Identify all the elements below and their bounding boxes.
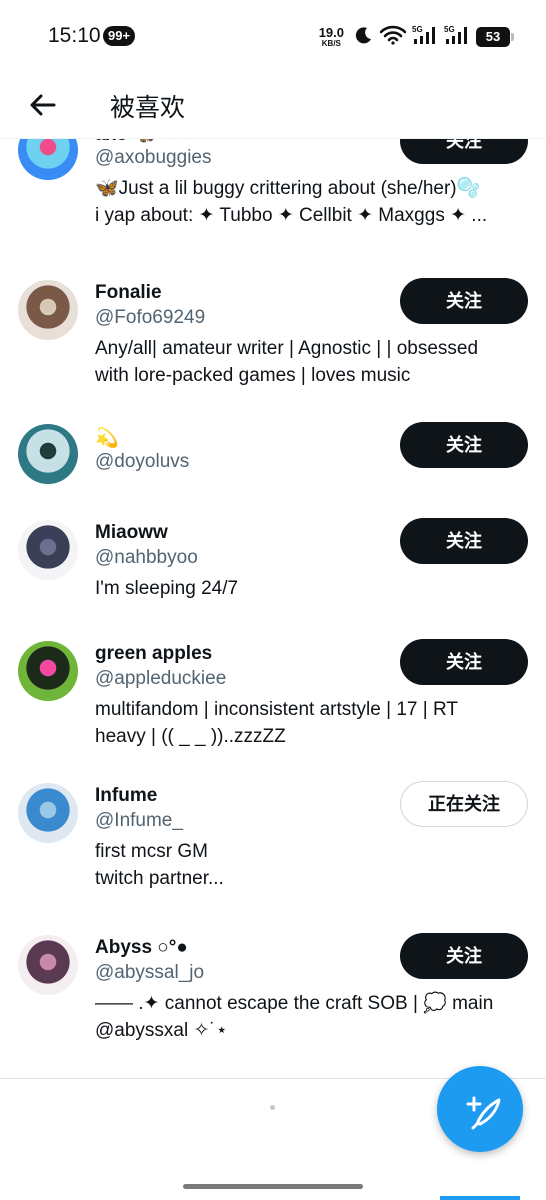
user-display-name[interactable]: axo 🦋 ✦ ✦ ⋆: [95, 138, 216, 146]
top-app-bar: 被喜欢: [0, 72, 546, 139]
moon-icon: [354, 25, 374, 50]
user-bio-line: multifandom | inconsistent artstyle | 17…: [95, 699, 458, 720]
user-handle: @doyoluvs: [95, 451, 190, 472]
home-indicator[interactable]: [183, 1184, 363, 1189]
network-speed: 19.0 KB/S: [319, 26, 344, 48]
user-bio-line: I'm sleeping 24/7: [95, 578, 239, 599]
user-display-name[interactable]: 💫: [95, 426, 119, 450]
user-avatar[interactable]: [18, 783, 78, 843]
user-row[interactable]: Infume @Infume_first mcsr GM twitch partne…: [0, 781, 546, 923]
user-handle: @appleduckiee: [95, 668, 227, 689]
user-display-name[interactable]: Infume: [95, 785, 157, 807]
user-bio-line: —— .✦ cannot escape the craft SOB | 💭 ma…: [95, 993, 494, 1014]
user-handle: @axobuggies: [95, 147, 212, 168]
battery-icon: 53: [476, 27, 514, 47]
user-bio: Any/all| amateur writer | Agnostic | | o…: [95, 335, 525, 389]
user-bio: first mcsr GM twitch partner...: [95, 838, 525, 892]
user-bio-line: twitch partner...: [95, 868, 224, 889]
status-time: 15:10: [48, 24, 101, 47]
compose-post-button[interactable]: [437, 1066, 523, 1152]
back-button[interactable]: [26, 88, 60, 122]
user-display-name[interactable]: Miaoww: [95, 522, 168, 544]
user-row[interactable]: green apples @appleduckiee multifandom | i…: [0, 639, 546, 781]
follow-button[interactable]: 关注: [400, 639, 528, 685]
cellular-signal-icon: 5G: [412, 24, 438, 51]
wifi-icon: [379, 25, 407, 50]
user-bio-line: with lore-packed games | loves music: [95, 365, 411, 386]
follow-button[interactable]: 关注: [400, 138, 528, 164]
follow-button[interactable]: 关注: [400, 518, 528, 564]
user-bio-line: i yap about: ✦ Tubbo ✦ Cellbit ✦ Maxggs …: [95, 205, 488, 226]
arrow-left-icon: [30, 94, 56, 116]
user-bio-line: 🦋Just a lil buggy crittering about (she/…: [95, 178, 481, 199]
user-row[interactable]: Abyss ○°● @abyssal_jo —— .✦ cannot escape …: [0, 933, 546, 1075]
follow-button[interactable]: 关注: [400, 422, 528, 468]
user-avatar[interactable]: [18, 138, 78, 180]
user-display-name[interactable]: Abyss ○°●: [95, 937, 188, 959]
user-bio-line: heavy | (( _ _ ))..zzzZZ: [95, 726, 286, 747]
user-avatar[interactable]: [18, 935, 78, 995]
follow-button[interactable]: 关注: [400, 278, 528, 324]
cellular-signal-icon: 5G: [444, 24, 470, 51]
network-speed-value: 19.0: [318, 25, 344, 40]
user-row[interactable]: Fonalie @Fofo69249 Any/all| amateur writer…: [0, 278, 546, 420]
user-bio: —— .✦ cannot escape the craft SOB | 💭 ma…: [95, 990, 525, 1044]
user-avatar[interactable]: [18, 641, 78, 701]
notification-count-badge: 99+: [103, 26, 136, 46]
user-bio: I'm sleeping 24/7: [95, 575, 525, 602]
nav-edge-highlight: [440, 1196, 520, 1200]
page-indicator-dot: [270, 1105, 275, 1110]
network-type-label: 5G: [412, 25, 423, 34]
user-bio-line: first mcsr GM: [95, 841, 208, 862]
network-speed-unit: KB/S: [321, 39, 341, 48]
user-handle: @nahbbyoo: [95, 547, 198, 568]
user-handle: @Infume_: [95, 810, 183, 831]
user-handle: @Fofo69249: [95, 307, 206, 328]
follow-button[interactable]: 关注: [400, 933, 528, 979]
following-button[interactable]: 正在关注: [400, 781, 528, 827]
user-display-name[interactable]: green apples: [95, 643, 212, 665]
status-icons: 19.0 KB/S 5G 5G 53: [319, 22, 514, 52]
user-handle: @abyssal_jo: [95, 962, 205, 983]
user-avatar[interactable]: [18, 424, 78, 484]
user-avatar[interactable]: [18, 520, 78, 580]
user-bio: multifandom | inconsistent artstyle | 17…: [95, 696, 525, 750]
user-display-name[interactable]: Fonalie: [95, 282, 162, 304]
network-type-label: 5G: [444, 25, 455, 34]
status-bar: 15:10 99+ 19.0 KB/S 5G 5G 53: [0, 0, 546, 72]
user-bio: 🦋Just a lil buggy crittering about (she/…: [95, 175, 525, 229]
user-bio-line: @abyssxal ✧˙⋆: [95, 1020, 228, 1041]
user-list: axo 🦋 ✦ ✦ ⋆@axobuggies 🦋Just a lil buggy …: [0, 138, 546, 1078]
feather-plus-icon: [466, 1096, 501, 1130]
page-title: 被喜欢: [110, 94, 186, 122]
user-bio-line: Any/all| amateur writer | Agnostic | | o…: [95, 338, 479, 359]
user-avatar[interactable]: [18, 280, 78, 340]
user-row[interactable]: axo 🦋 ✦ ✦ ⋆@axobuggies 🦋Just a lil buggy …: [0, 138, 546, 260]
